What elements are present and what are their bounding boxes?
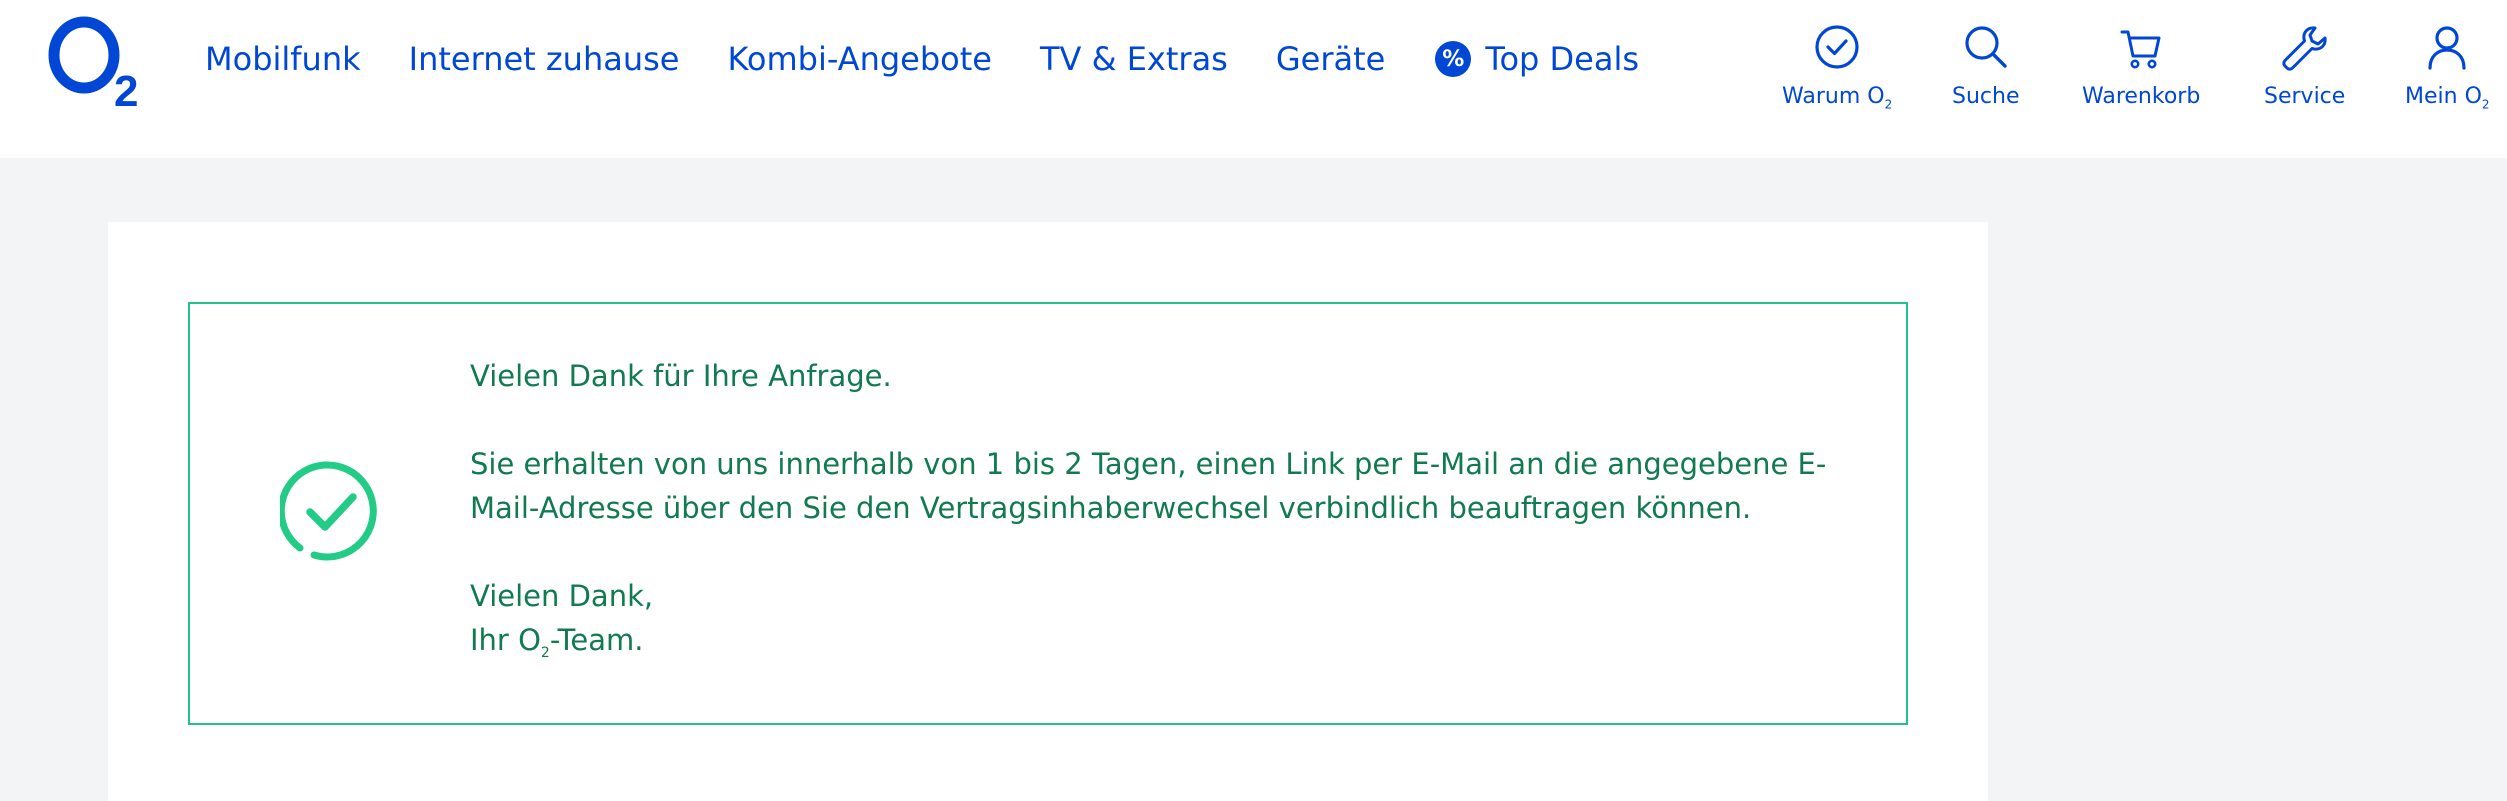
util-warum-o2[interactable]: Warum O2 bbox=[1782, 20, 1892, 111]
util-suche[interactable]: Suche bbox=[1952, 20, 2019, 109]
util-service-label: Service bbox=[2264, 84, 2346, 109]
message-signature: Ihr O2-Team. bbox=[470, 623, 644, 661]
util-service[interactable]: Service bbox=[2264, 20, 2345, 109]
util-warenkorb-label: Warenkorb bbox=[2082, 84, 2201, 109]
success-message-text: Vielen Dank für Ihre Anfrage. Sie erhalt… bbox=[470, 354, 1830, 675]
util-mein-o2[interactable]: Mein O2 bbox=[2405, 20, 2490, 111]
svg-text:2: 2 bbox=[114, 67, 138, 110]
success-check-icon bbox=[277, 460, 384, 564]
search-icon bbox=[1958, 20, 2014, 76]
nav-tv-extras[interactable]: TV & Extras bbox=[1040, 40, 1228, 78]
message-heading: Vielen Dank für Ihre Anfrage. bbox=[470, 359, 892, 393]
main-nav: Mobilfunk Internet zuhause Kombi-Angebot… bbox=[205, 40, 1687, 78]
o2-logo[interactable]: 2 bbox=[44, 10, 154, 110]
nav-mobilfunk[interactable]: Mobilfunk bbox=[205, 40, 361, 78]
site-header: 2 Mobilfunk Internet zuhause Kombi-Angeb… bbox=[0, 0, 2507, 158]
util-suche-label: Suche bbox=[1952, 84, 2020, 109]
util-warum-label: Warum O2 bbox=[1782, 84, 1893, 112]
nav-kombi-angebote[interactable]: Kombi-Angebote bbox=[727, 40, 991, 78]
message-closing: Vielen Dank, bbox=[470, 579, 654, 613]
nav-internet-zuhause[interactable]: Internet zuhause bbox=[409, 40, 680, 78]
util-mein-label: Mein O2 bbox=[2405, 84, 2490, 112]
nav-geraete[interactable]: Geräte bbox=[1276, 40, 1385, 78]
check-circle-icon bbox=[1809, 20, 1865, 76]
cart-icon bbox=[2113, 20, 2169, 76]
message-body: Sie erhalten von uns innerhalb von 1 bis… bbox=[470, 447, 1827, 525]
success-message-box: Vielen Dank für Ihre Anfrage. Sie erhalt… bbox=[188, 302, 1908, 725]
nav-top-deals[interactable]: % Top Deals bbox=[1435, 40, 1639, 78]
percent-badge-icon: % bbox=[1435, 41, 1472, 77]
user-icon bbox=[2419, 20, 2475, 76]
content-card: Vielen Dank für Ihre Anfrage. Sie erhalt… bbox=[108, 222, 1988, 801]
util-warenkorb[interactable]: Warenkorb bbox=[2082, 20, 2200, 109]
nav-top-deals-label: Top Deals bbox=[1485, 40, 1639, 78]
wrench-icon bbox=[2277, 20, 2333, 76]
